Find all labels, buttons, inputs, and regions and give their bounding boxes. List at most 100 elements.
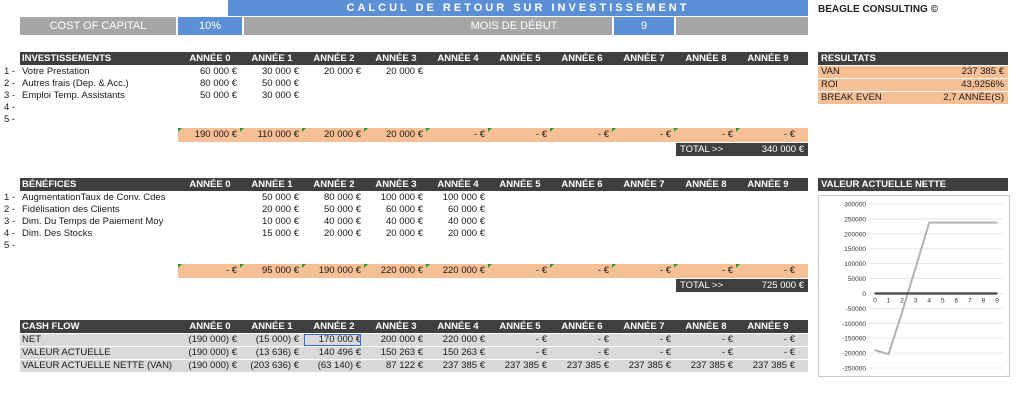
cost-of-capital-cell[interactable]: 10% [178, 17, 242, 35]
cell-value[interactable] [428, 102, 485, 114]
row-label[interactable]: Emploi Temp. Assistants [22, 90, 178, 102]
cell-value[interactable] [242, 102, 299, 114]
row-label[interactable]: VALEUR ACTUELLE [22, 347, 178, 359]
cell-value[interactable] [738, 216, 795, 228]
cell-value[interactable] [304, 240, 361, 252]
cell-value[interactable] [614, 102, 671, 114]
cell-value[interactable] [180, 216, 237, 228]
cell-value[interactable] [490, 114, 547, 126]
cell-value[interactable] [180, 240, 237, 252]
cell-value[interactable] [552, 216, 609, 228]
row-label[interactable] [22, 240, 178, 252]
total-cell[interactable]: - € [676, 129, 733, 141]
cell-value[interactable]: (63 140) € [304, 360, 361, 372]
cell-value[interactable] [614, 78, 671, 90]
selected-cell[interactable]: 170 000 € [304, 334, 361, 346]
cell-value[interactable]: 50 000 € [242, 78, 299, 90]
cell-value[interactable]: (13 636) € [242, 347, 299, 359]
row-label[interactable]: AugmentationTaux de Conv. Cdes [22, 192, 178, 204]
cell-value[interactable] [180, 102, 237, 114]
cell-value[interactable]: (190 000) € [180, 347, 237, 359]
row-label[interactable]: VALEUR ACTUELLE NETTE (VAN) [22, 360, 178, 372]
cell-value[interactable]: 50 000 € [242, 192, 299, 204]
cell-value[interactable] [676, 192, 733, 204]
cell-value[interactable]: 50 000 € [180, 90, 237, 102]
cell-value[interactable]: 237 385 € [552, 360, 609, 372]
cell-value[interactable]: - € [676, 334, 733, 346]
cell-value[interactable] [552, 240, 609, 252]
cell-value[interactable] [614, 90, 671, 102]
cell-value[interactable] [614, 114, 671, 126]
cell-value[interactable] [676, 114, 733, 126]
cell-value[interactable] [180, 228, 237, 240]
cell-value[interactable]: - € [552, 347, 609, 359]
total-value[interactable]: 340 000 € [740, 144, 804, 156]
cell-value[interactable] [738, 240, 795, 252]
cell-value[interactable]: - € [552, 334, 609, 346]
cell-value[interactable]: - € [738, 334, 795, 346]
cell-value[interactable] [738, 102, 795, 114]
cell-value[interactable] [180, 192, 237, 204]
cell-value[interactable] [552, 192, 609, 204]
total-cell[interactable]: - € [552, 129, 609, 141]
cell-value[interactable] [366, 102, 423, 114]
cell-value[interactable] [304, 90, 361, 102]
cell-value[interactable]: - € [614, 347, 671, 359]
cell-value[interactable] [552, 204, 609, 216]
cell-value[interactable] [552, 78, 609, 90]
cell-value[interactable]: (15 000) € [242, 334, 299, 346]
cell-value[interactable] [552, 114, 609, 126]
row-label[interactable] [22, 102, 178, 114]
cell-value[interactable] [738, 90, 795, 102]
cell-value[interactable]: (190 000) € [180, 334, 237, 346]
cell-value[interactable]: 237 385 € [428, 360, 485, 372]
cell-value[interactable] [428, 114, 485, 126]
cell-value[interactable]: 80 000 € [304, 192, 361, 204]
cell-value[interactable] [490, 216, 547, 228]
total-cell[interactable]: - € [180, 265, 237, 277]
total-cell[interactable]: - € [490, 265, 547, 277]
cell-value[interactable] [614, 228, 671, 240]
result-value[interactable]: 237 385 € [880, 66, 1004, 78]
result-value[interactable]: 43,9256% [880, 79, 1004, 91]
cell-value[interactable] [428, 66, 485, 78]
cell-value[interactable] [676, 240, 733, 252]
cell-value[interactable]: 60 000 € [180, 66, 237, 78]
row-label[interactable]: Fidélisation des Clients [22, 204, 178, 216]
cell-value[interactable] [490, 102, 547, 114]
cell-value[interactable] [614, 192, 671, 204]
cell-value[interactable] [366, 240, 423, 252]
cell-value[interactable]: 20 000 € [428, 228, 485, 240]
cell-value[interactable]: (203 636) € [242, 360, 299, 372]
cell-value[interactable]: 15 000 € [242, 228, 299, 240]
cell-value[interactable] [180, 204, 237, 216]
cell-value[interactable]: 40 000 € [304, 216, 361, 228]
result-value[interactable]: 2,7 ANNÉE(S) [880, 92, 1004, 104]
cell-value[interactable] [552, 90, 609, 102]
cell-value[interactable] [180, 114, 237, 126]
cell-value[interactable] [304, 78, 361, 90]
cell-value[interactable] [490, 228, 547, 240]
total-cell[interactable]: 190 000 € [304, 265, 361, 277]
total-cell[interactable]: - € [552, 265, 609, 277]
cell-value[interactable]: 40 000 € [428, 216, 485, 228]
cell-value[interactable]: - € [676, 347, 733, 359]
cell-value[interactable]: 100 000 € [428, 192, 485, 204]
cell-value[interactable]: 150 263 € [366, 347, 423, 359]
cell-value[interactable]: 20 000 € [242, 204, 299, 216]
row-label[interactable] [22, 114, 178, 126]
cell-value[interactable]: 237 385 € [738, 360, 795, 372]
cell-value[interactable] [366, 78, 423, 90]
cell-value[interactable] [614, 240, 671, 252]
total-cell[interactable]: - € [738, 265, 795, 277]
cell-value[interactable] [676, 204, 733, 216]
cell-value[interactable] [676, 66, 733, 78]
cell-value[interactable]: 237 385 € [676, 360, 733, 372]
cell-value[interactable]: 20 000 € [366, 228, 423, 240]
cell-value[interactable] [614, 204, 671, 216]
cell-value[interactable]: 20 000 € [304, 66, 361, 78]
cell-value[interactable]: 20 000 € [304, 228, 361, 240]
cell-value[interactable] [676, 216, 733, 228]
cell-value[interactable]: - € [738, 347, 795, 359]
cell-value[interactable] [676, 102, 733, 114]
